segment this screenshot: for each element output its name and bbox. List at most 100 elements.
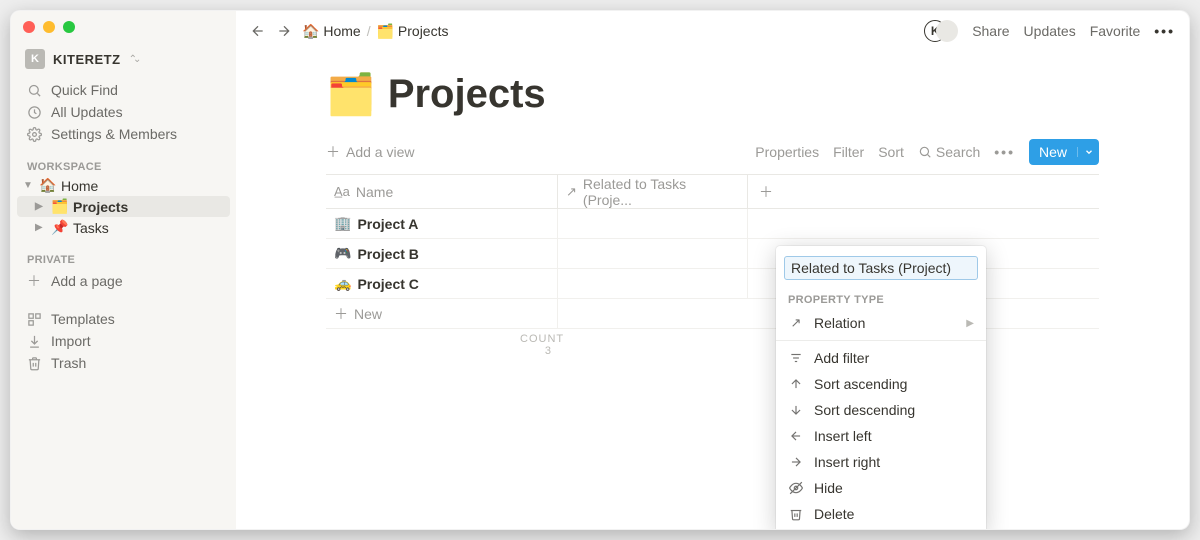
- close-window-button[interactable]: [23, 21, 35, 33]
- cell-relation[interactable]: [558, 239, 748, 268]
- triangle-right-icon: ▶: [35, 201, 47, 212]
- property-name-input[interactable]: [784, 256, 978, 280]
- topbar: 🏠 Home / 🗂️ Projects K Share Updates Fav…: [236, 11, 1189, 51]
- trash-button[interactable]: Trash: [17, 352, 230, 374]
- sidebar-item-tasks[interactable]: ▶ 📌 Tasks: [17, 217, 230, 238]
- plus-icon: ＋: [25, 271, 43, 291]
- back-button[interactable]: [250, 23, 266, 39]
- sort-ascending-button[interactable]: Sort ascending: [776, 371, 986, 397]
- menu-label: Delete: [814, 506, 974, 522]
- view-more-icon[interactable]: •••: [994, 144, 1015, 160]
- row-title: Project B: [357, 246, 418, 262]
- sidebar-item-label: Tasks: [73, 220, 109, 236]
- quick-find-button[interactable]: Quick Find: [17, 79, 230, 101]
- all-updates-button[interactable]: All Updates: [17, 101, 230, 123]
- breadcrumb-separator: /: [367, 23, 371, 39]
- hide-button[interactable]: Hide: [776, 475, 986, 501]
- updown-icon: ⌃⌄: [129, 54, 138, 65]
- breadcrumb: 🏠 Home / 🗂️ Projects: [302, 23, 448, 40]
- filter-button[interactable]: Filter: [833, 144, 864, 160]
- app-window: K KITERETZ ⌃⌄ Quick Find All Updates Set…: [10, 10, 1190, 530]
- search-button[interactable]: Search: [918, 144, 980, 160]
- text-property-icon: A̲а: [334, 184, 350, 199]
- page-title[interactable]: Projects: [388, 72, 546, 117]
- filter-icon: [788, 351, 804, 365]
- plus-icon: ＋: [326, 142, 340, 162]
- add-view-button[interactable]: ＋ Add a view: [326, 142, 414, 162]
- minimize-window-button[interactable]: [43, 21, 55, 33]
- cell-relation[interactable]: [558, 269, 748, 298]
- sort-descending-button[interactable]: Sort descending: [776, 397, 986, 423]
- eye-off-icon: [788, 481, 804, 495]
- menu-label: Sort ascending: [814, 376, 974, 392]
- add-column-button[interactable]: ＋: [748, 175, 784, 208]
- settings-button[interactable]: Settings & Members: [17, 123, 230, 145]
- sidebar-item-home[interactable]: ▼ 🏠 Home: [17, 175, 230, 196]
- breadcrumb-item-home[interactable]: 🏠 Home: [302, 23, 361, 40]
- arrow-down-icon: [788, 403, 804, 417]
- sort-button[interactable]: Sort: [878, 144, 904, 160]
- forward-button[interactable]: [276, 23, 292, 39]
- plus-icon: ＋: [759, 182, 773, 202]
- relation-icon: ↗: [566, 184, 577, 200]
- delete-button[interactable]: Delete: [776, 501, 986, 527]
- property-type-button[interactable]: ↗ Relation ▶: [776, 310, 986, 336]
- arrow-right-icon: [788, 455, 804, 469]
- table-row[interactable]: 🏢Project A: [326, 209, 1099, 239]
- search-label: Search: [936, 144, 980, 160]
- search-icon: [25, 83, 43, 98]
- column-label: Related to Tasks (Proje...: [583, 176, 739, 208]
- workspace-section-header: WORKSPACE: [17, 159, 230, 175]
- add-page-label: Add a page: [51, 273, 123, 289]
- column-header-relation[interactable]: ↗ Related to Tasks (Proje...: [558, 175, 748, 208]
- trash-label: Trash: [51, 355, 86, 371]
- gear-icon: [25, 127, 43, 142]
- trash-icon: [788, 507, 804, 521]
- sidebar: K KITERETZ ⌃⌄ Quick Find All Updates Set…: [11, 11, 236, 529]
- row-icon: 🎮: [334, 245, 351, 262]
- import-label: Import: [51, 333, 91, 349]
- chevron-down-icon[interactable]: [1077, 147, 1099, 157]
- new-button[interactable]: New: [1029, 139, 1099, 165]
- menu-label: Insert right: [814, 454, 974, 470]
- add-page-button[interactable]: ＋ Add a page: [17, 268, 230, 294]
- workspace-switcher[interactable]: K KITERETZ ⌃⌄: [17, 45, 230, 73]
- menu-label: Sort descending: [814, 402, 974, 418]
- column-label: Name: [356, 184, 393, 200]
- templates-icon: [25, 312, 43, 327]
- templates-label: Templates: [51, 311, 115, 327]
- maximize-window-button[interactable]: [63, 21, 75, 33]
- templates-button[interactable]: Templates: [17, 308, 230, 330]
- insert-left-button[interactable]: Insert left: [776, 423, 986, 449]
- clock-icon: [25, 105, 43, 120]
- more-icon[interactable]: •••: [1154, 23, 1175, 39]
- insert-right-button[interactable]: Insert right: [776, 449, 986, 475]
- cell-relation[interactable]: [558, 209, 748, 238]
- workspace-name: KITERETZ: [53, 52, 121, 67]
- page-icon[interactable]: 🗂️: [326, 71, 376, 118]
- sidebar-item-projects[interactable]: ▶ 🗂️ Projects: [17, 196, 230, 217]
- add-view-label: Add a view: [346, 144, 414, 160]
- breadcrumb-item-projects[interactable]: 🗂️ Projects: [377, 23, 449, 40]
- menu-separator: [776, 340, 986, 341]
- window-controls: [23, 21, 75, 33]
- import-button[interactable]: Import: [17, 330, 230, 352]
- page-content: 🗂️ Projects ＋ Add a view Properties Filt…: [236, 51, 1189, 529]
- new-button-label: New: [1029, 144, 1077, 160]
- folder-icon: 🗂️: [51, 198, 69, 215]
- properties-button[interactable]: Properties: [755, 144, 819, 160]
- download-icon: [25, 334, 43, 349]
- favorite-button[interactable]: Favorite: [1090, 23, 1141, 39]
- menu-label: Hide: [814, 480, 974, 496]
- column-header-name[interactable]: A̲а Name: [326, 175, 558, 208]
- triangle-down-icon: ▼: [23, 180, 35, 191]
- updates-button[interactable]: Updates: [1024, 23, 1076, 39]
- table-header: A̲а Name ↗ Related to Tasks (Proje... ＋: [326, 175, 1099, 209]
- pin-icon: 📌: [51, 219, 69, 236]
- count-label: COUNT: [520, 333, 564, 345]
- property-type-header: PROPERTY TYPE: [776, 284, 986, 310]
- trash-icon: [25, 356, 43, 371]
- add-filter-button[interactable]: Add filter: [776, 345, 986, 371]
- new-row-label: New: [354, 306, 382, 322]
- share-button[interactable]: Share: [972, 23, 1009, 39]
